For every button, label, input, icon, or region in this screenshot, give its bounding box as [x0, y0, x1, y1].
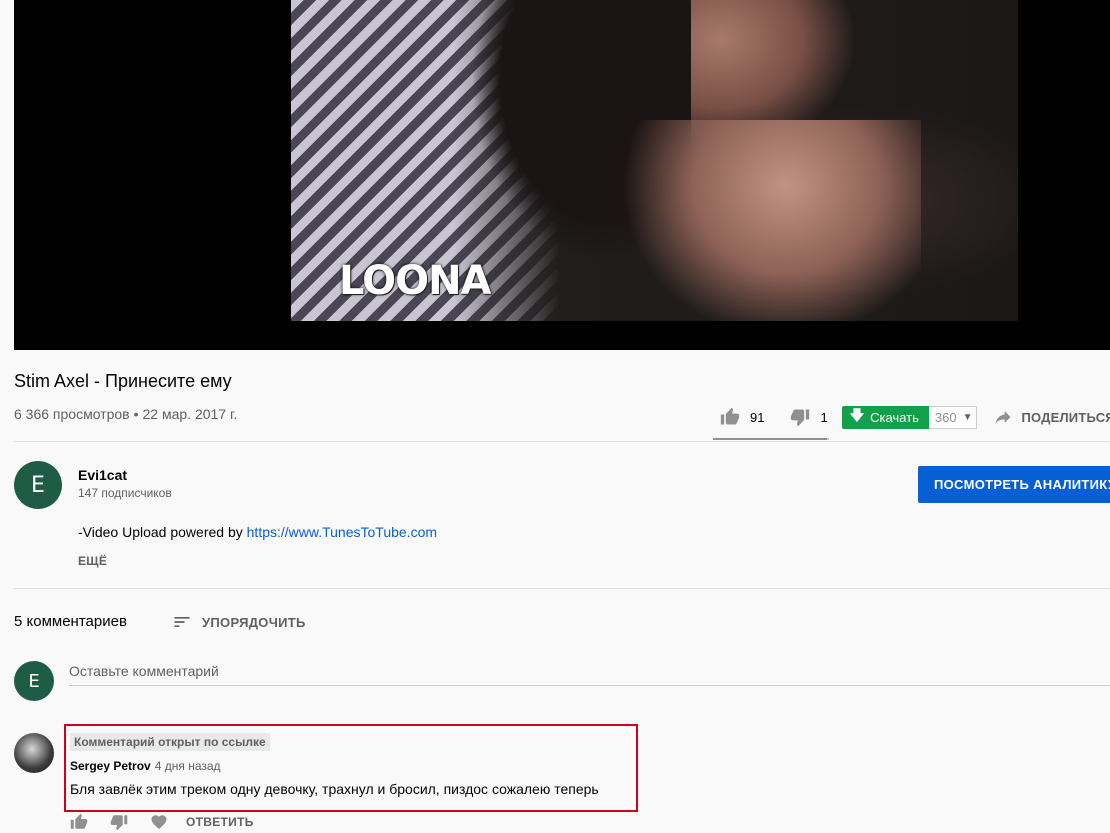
meta-separator: •: [133, 406, 139, 422]
commenter-avatar[interactable]: [14, 733, 54, 773]
divider: [14, 588, 1110, 589]
quality-select[interactable]: 360 ▼: [928, 405, 978, 429]
reply-button[interactable]: ОТВЕТИТЬ: [186, 815, 254, 829]
video-actions: 91 1 🡇 Скачать 360 ▼ ПОДЕЛИТЬСЯ: [720, 404, 1110, 430]
subscriber-count: 147 подписчиков: [78, 486, 172, 500]
download-label: Скачать: [870, 409, 919, 425]
divider: [14, 441, 1110, 442]
description-text: -Video Upload powered by: [78, 524, 247, 540]
frame-shape: [621, 120, 921, 321]
linked-comment-badge: Комментарий открыт по ссылке: [70, 733, 270, 751]
like-count: 91: [750, 409, 765, 425]
sort-label: УПОРЯДОЧИТЬ: [202, 614, 306, 630]
comment-like-icon[interactable]: [70, 813, 88, 831]
dislike-button[interactable]: 1: [790, 407, 828, 427]
download-button[interactable]: 🡇 Скачать: [841, 405, 929, 429]
share-arrow-icon: [995, 411, 1011, 424]
download-arrow-icon: 🡇: [849, 407, 865, 423]
share-button[interactable]: ПОДЕЛИТЬСЯ: [993, 407, 1110, 427]
comment-count: 5 комментариев: [14, 613, 127, 630]
add-comment-input[interactable]: Оставьте комментарий: [69, 663, 1110, 686]
share-label: ПОДЕЛИТЬСЯ: [1021, 409, 1110, 425]
thumbs-down-icon: [791, 409, 810, 427]
comment-actions: ОТВЕТИТЬ: [70, 813, 254, 831]
video-frame: LOONA: [291, 0, 1018, 321]
comment-header: Sergey Petrov 4 дня назад: [70, 759, 221, 773]
like-ratio-fill: [713, 438, 827, 440]
download-widget: 🡇 Скачать 360 ▼: [841, 405, 978, 429]
like-button[interactable]: 91: [720, 407, 764, 427]
comment-time[interactable]: 4 дня назад: [155, 759, 221, 773]
user-avatar: E: [14, 661, 54, 701]
show-more-button[interactable]: ЕЩЁ: [78, 554, 107, 568]
like-ratio-bar: [713, 438, 829, 440]
heart-icon[interactable]: [150, 813, 168, 831]
sort-icon: [174, 617, 190, 627]
view-count: 6 366 просмотров: [14, 406, 130, 422]
caret-down-icon: ▼: [962, 411, 973, 423]
video-player[interactable]: LOONA: [14, 0, 1110, 350]
video-meta: 6 366 просмотров • 22 мар. 2017 г.: [14, 406, 237, 422]
sort-button[interactable]: УПОРЯДОЧИТЬ: [172, 612, 306, 632]
comment-author[interactable]: Sergey Petrov: [70, 759, 151, 773]
video-frame-logo: LOONA: [339, 258, 492, 304]
dislike-count: 1: [820, 409, 828, 425]
publish-date: 22 мар. 2017 г.: [142, 406, 238, 422]
video-title: Stim Axel - Принесите ему: [14, 371, 232, 391]
channel-name[interactable]: Evi1cat: [78, 467, 127, 483]
thumbs-up-icon: [720, 407, 740, 425]
video-description: -Video Upload powered by https://www.Tun…: [78, 524, 437, 540]
quality-value: 360: [934, 409, 957, 425]
comment-dislike-icon[interactable]: [110, 813, 128, 831]
comment-text: Бля завлёк этим треком одну девочку, тра…: [70, 781, 599, 797]
channel-avatar[interactable]: E: [14, 461, 62, 509]
view-analytics-button[interactable]: ПОСМОТРЕТЬ АНАЛИТИКУ: [918, 466, 1110, 503]
description-link[interactable]: https://www.TunesToTube.com: [247, 524, 437, 540]
